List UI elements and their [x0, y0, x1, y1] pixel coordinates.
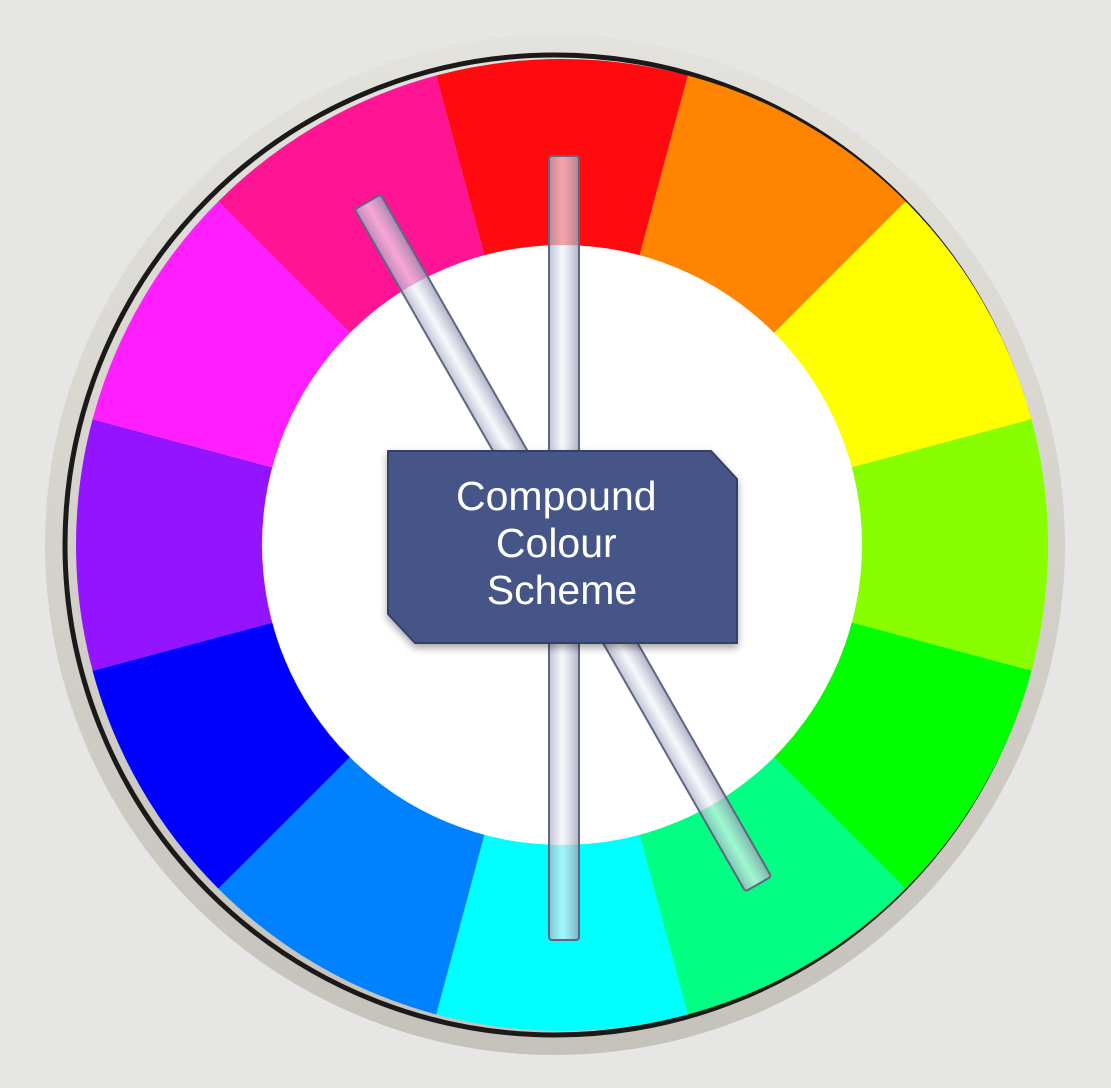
- scheme-label-line-2: Colour: [496, 520, 617, 566]
- scheme-label-line-3: Scheme: [487, 567, 637, 613]
- compound-colour-scheme-diagram: Compound Colour Scheme: [0, 0, 1111, 1088]
- scheme-label-line-1: Compound: [456, 473, 657, 519]
- colour-wheel-diagram: Compound Colour Scheme: [45, 35, 1065, 1055]
